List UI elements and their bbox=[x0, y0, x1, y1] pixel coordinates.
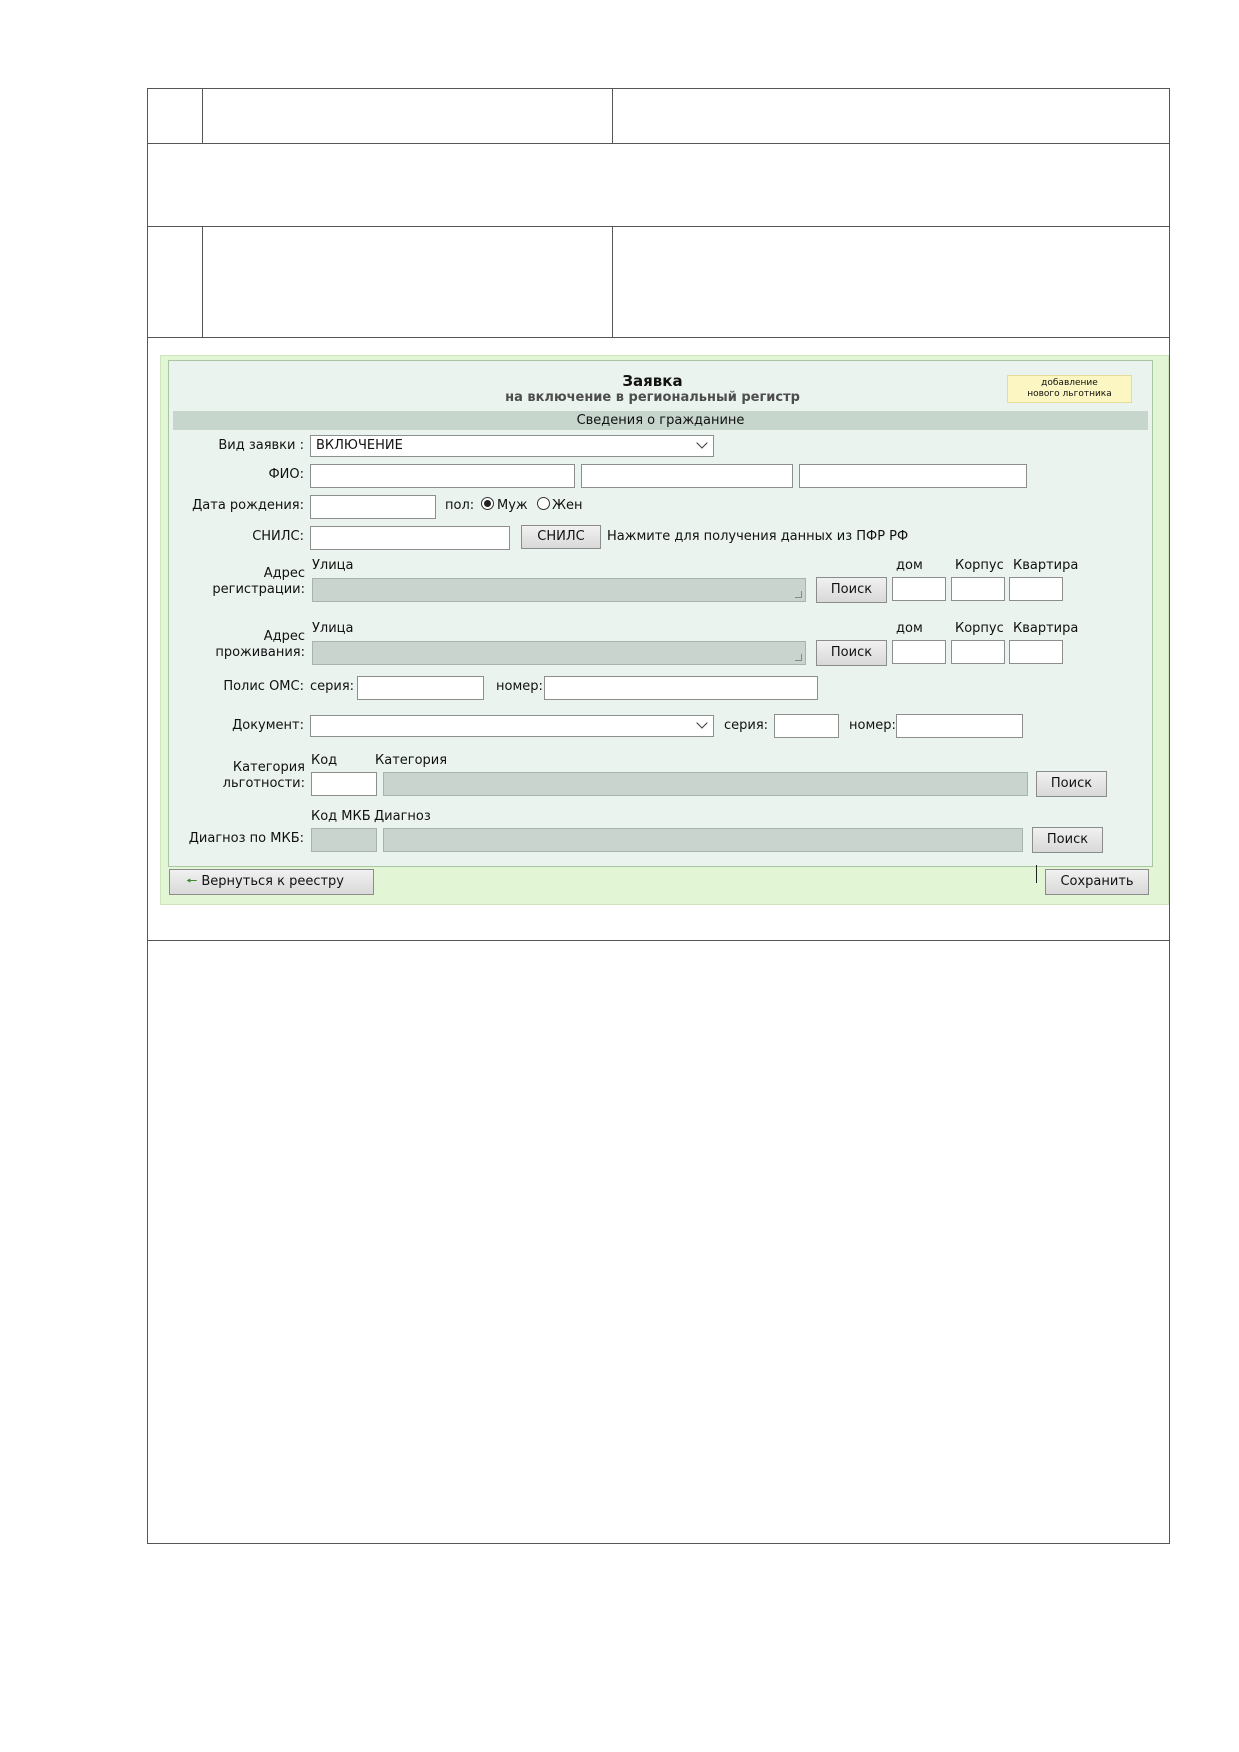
document-series-label: серия: bbox=[724, 718, 769, 733]
mode-badge: добавление нового льготника bbox=[1007, 375, 1132, 403]
chevron-down-icon bbox=[696, 717, 708, 729]
benefit-category-label: Категория bbox=[375, 753, 448, 768]
birth-date-input[interactable] bbox=[310, 495, 436, 519]
snils-input[interactable] bbox=[310, 526, 510, 550]
gender-label: пол: bbox=[445, 498, 475, 513]
document-series-input[interactable] bbox=[774, 714, 839, 738]
request-type-label: Вид заявки : bbox=[218, 438, 304, 453]
live-address-label-2: проживания: bbox=[215, 645, 305, 660]
diagnosis-search-button[interactable]: Поиск bbox=[1032, 827, 1103, 853]
live-address-label-1: Адрес bbox=[263, 629, 305, 644]
save-button[interactable]: Сохранить bbox=[1045, 869, 1149, 895]
reg-house-input[interactable] bbox=[892, 577, 946, 601]
last-name-input[interactable] bbox=[310, 464, 575, 488]
reg-street-input[interactable] bbox=[312, 578, 806, 602]
reg-building-input[interactable] bbox=[951, 577, 1005, 601]
benefit-code-label: Код bbox=[311, 753, 338, 768]
live-street-label: Улица bbox=[312, 621, 354, 636]
diagnosis-label: Диагноз по МКБ: bbox=[188, 831, 304, 846]
benefit-search-button[interactable]: Поиск bbox=[1036, 771, 1107, 797]
oms-number-input[interactable] bbox=[544, 676, 818, 700]
live-street-input[interactable] bbox=[312, 641, 806, 665]
gender-female-radio[interactable] bbox=[537, 497, 550, 510]
gender-female-label: Жен bbox=[552, 498, 583, 513]
birth-date-label: Дата рождения: bbox=[192, 498, 304, 513]
live-apartment-input[interactable] bbox=[1009, 640, 1063, 664]
snils-label: СНИЛС: bbox=[252, 529, 304, 544]
benefit-label-1: Категория bbox=[232, 760, 305, 775]
reg-apartment-input[interactable] bbox=[1009, 577, 1063, 601]
reg-apartment-label: Квартира bbox=[1013, 558, 1079, 573]
live-building-label: Корпус bbox=[955, 621, 1004, 636]
oms-number-label: номер: bbox=[496, 679, 543, 694]
diagnosis-code-label: Код МКБ bbox=[311, 809, 371, 824]
resize-grip-icon bbox=[795, 591, 802, 598]
text-cursor bbox=[1036, 865, 1037, 883]
back-to-registry-button[interactable]: 🠔 Вернуться к реестру bbox=[169, 869, 374, 895]
request-form-window: Заявка на включение в региональный регис… bbox=[160, 355, 1169, 905]
patronymic-input[interactable] bbox=[799, 464, 1027, 488]
chevron-down-icon bbox=[696, 437, 708, 449]
document-label: Документ: bbox=[232, 718, 304, 733]
reg-building-label: Корпус bbox=[955, 558, 1004, 573]
live-house-label: дом bbox=[896, 621, 923, 636]
snils-hint: Нажмите для получения данных из ПФР РФ bbox=[607, 529, 909, 544]
resize-grip-icon bbox=[795, 654, 802, 661]
benefit-category-input[interactable] bbox=[383, 772, 1028, 796]
document-number-label: номер: bbox=[849, 718, 896, 733]
fio-label: ФИО: bbox=[268, 467, 304, 482]
form-subtitle: на включение в региональный регистр bbox=[505, 390, 800, 405]
form-title: Заявка bbox=[622, 372, 683, 390]
reg-house-label: дом bbox=[896, 558, 923, 573]
snils-request-button[interactable]: СНИЛС bbox=[521, 525, 601, 549]
diagnosis-name-input[interactable] bbox=[383, 828, 1023, 852]
diagnosis-code-input[interactable] bbox=[311, 828, 377, 852]
first-name-input[interactable] bbox=[581, 464, 793, 488]
live-apartment-label: Квартира bbox=[1013, 621, 1079, 636]
gender-male-label: Муж bbox=[497, 498, 528, 513]
section-header: Сведения о гражданине bbox=[173, 411, 1148, 430]
reg-address-search-button[interactable]: Поиск bbox=[816, 577, 887, 603]
gender-male-radio[interactable] bbox=[481, 497, 494, 510]
live-house-input[interactable] bbox=[892, 640, 946, 664]
oms-series-label: серия: bbox=[310, 679, 355, 694]
diagnosis-name-label: Диагноз bbox=[374, 809, 431, 824]
reg-street-label: Улица bbox=[312, 558, 354, 573]
reg-address-label-2: регистрации: bbox=[212, 582, 305, 597]
benefit-code-input[interactable] bbox=[311, 772, 377, 796]
benefit-label-2: льготности: bbox=[222, 776, 305, 791]
reg-address-label-1: Адрес bbox=[263, 566, 305, 581]
document-select[interactable] bbox=[310, 715, 714, 737]
live-building-input[interactable] bbox=[951, 640, 1005, 664]
oms-series-input[interactable] bbox=[357, 676, 484, 700]
live-address-search-button[interactable]: Поиск bbox=[816, 640, 887, 666]
oms-label: Полис ОМС: bbox=[223, 679, 304, 694]
document-number-input[interactable] bbox=[896, 714, 1023, 738]
arrow-left-icon: 🠔 bbox=[186, 874, 198, 889]
request-type-select[interactable]: ВКЛЮЧЕНИЕ bbox=[310, 435, 714, 457]
form-panel: Заявка на включение в региональный регис… bbox=[168, 360, 1153, 867]
